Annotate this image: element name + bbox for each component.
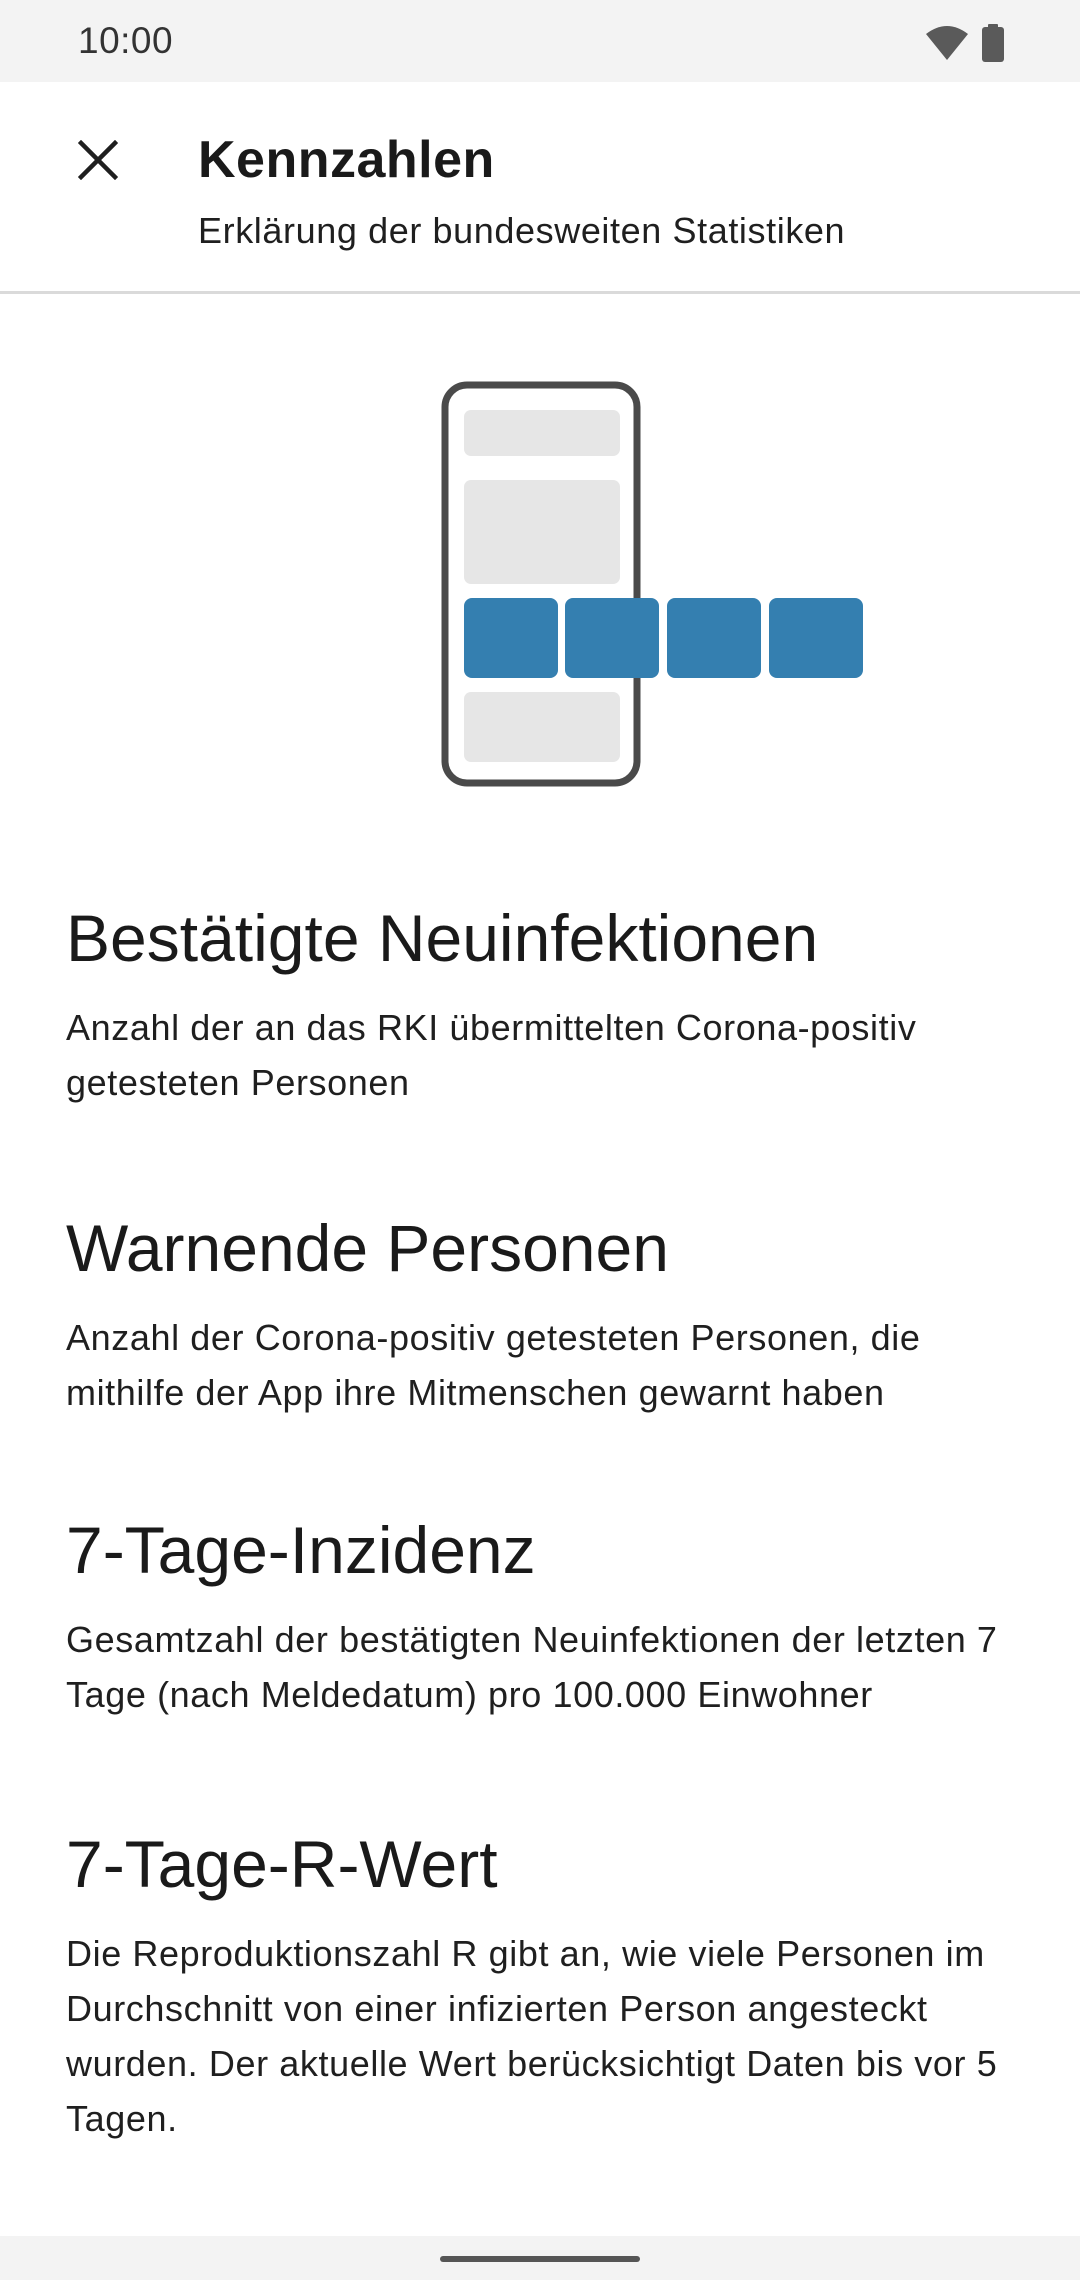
section-heading: 7-Tage-R-Wert [66,1827,498,1901]
phone-statistics-illustration [440,380,880,790]
section-body: Anzahl der an das RKI übermittelten Coro… [66,1007,917,1103]
section-body: Anzahl der Corona-positiv getesteten Per… [66,1317,921,1413]
home-handle[interactable] [440,2256,640,2262]
wifi-icon [926,26,968,65]
status-icons [926,24,1004,67]
status-time: 10:00 [78,20,174,61]
section-neuinfektionen: Bestätigte Neuinfektionen Anzahl der an … [66,900,1026,1110]
section-heading: 7-Tage-Inzidenz [66,1513,536,1587]
gesture-navigation-bar [0,2236,1080,2280]
section-7-tage-r-wert: 7-Tage-R-Wert Die Reproduktionszahl R gi… [66,1826,1026,2146]
section-body: Gesamtzahl der bestätigten Neuinfektione… [66,1619,998,1715]
section-body: Die Reproduktionszahl R gibt an, wie vie… [66,1933,998,2139]
page-title: Kennzahlen [198,131,495,189]
close-button[interactable] [60,124,136,200]
status-bar: 10:00 [0,0,1080,82]
close-icon [77,139,119,185]
battery-icon [982,24,1004,67]
kennzahlen-explanations: Bestätigte Neuinfektionen Anzahl der an … [66,900,1026,2246]
section-heading: Warnende Personen [66,1211,669,1285]
section-warnende-personen: Warnende Personen Anzahl der Corona-posi… [66,1210,1026,1420]
section-7-tage-inzidenz: 7-Tage-Inzidenz Gesamtzahl der bestätigt… [66,1512,1026,1722]
page-subtitle: Erklärung der bundesweiten Statistiken [198,210,846,251]
section-heading: Bestätigte Neuinfektionen [66,901,819,975]
top-app-bar: Kennzahlen Erklärung der bundesweiten St… [0,82,1080,294]
